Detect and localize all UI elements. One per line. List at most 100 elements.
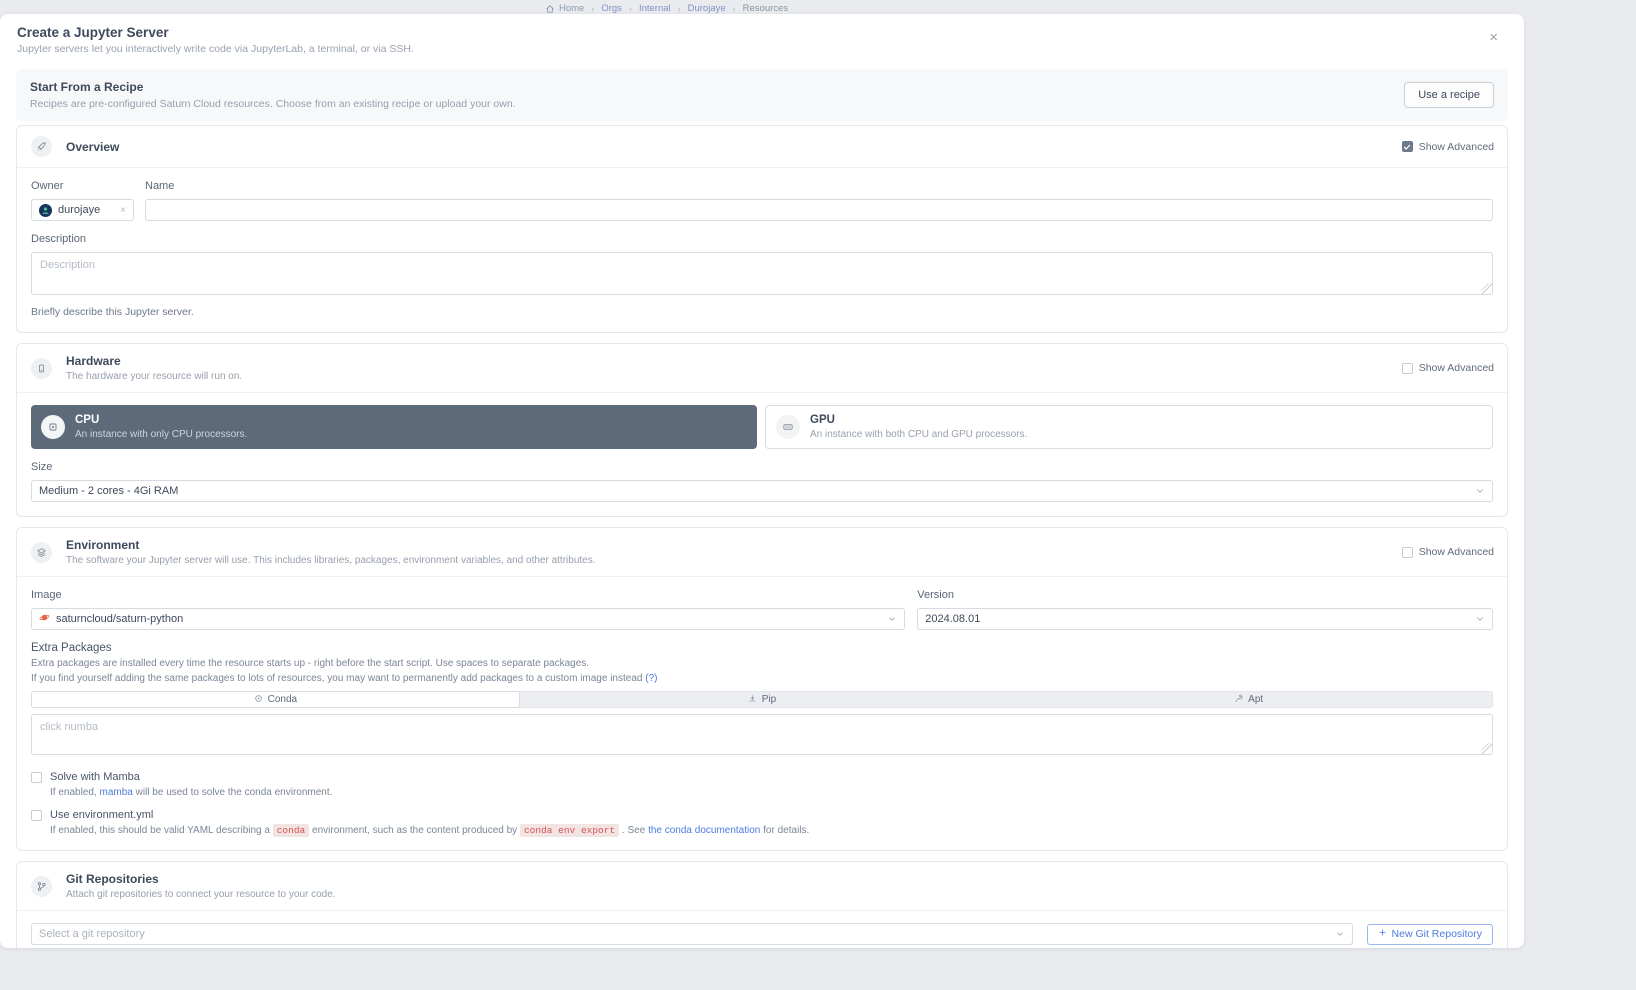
- environment-section: Environment The software your Jupyter se…: [16, 527, 1508, 851]
- hardware-section: Hardware The hardware your resource will…: [16, 343, 1508, 517]
- mamba-link[interactable]: mamba: [99, 787, 132, 798]
- git-title: Git Repositories: [66, 872, 336, 886]
- breadcrumb-label: Home: [559, 3, 584, 14]
- hardware-show-advanced-toggle[interactable]: Show Advanced: [1402, 362, 1494, 374]
- environment-yml-help: If enabled, this should be valid YAML de…: [50, 825, 809, 836]
- name-label: Name: [145, 180, 1493, 192]
- tab-apt[interactable]: Apt: [1005, 692, 1492, 707]
- saturn-planet-icon: [39, 612, 50, 626]
- size-select[interactable]: Medium - 2 cores - 4Gi RAM: [31, 480, 1493, 502]
- environment-show-advanced-toggle[interactable]: Show Advanced: [1402, 546, 1494, 558]
- wrench-icon: [1234, 694, 1243, 706]
- use-recipe-button[interactable]: Use a recipe: [1404, 82, 1494, 108]
- cpu-title: CPU: [75, 414, 247, 426]
- environment-yml-label: Use environment.yml: [50, 809, 809, 821]
- breadcrumb-orgs[interactable]: Orgs: [601, 3, 622, 14]
- description-field-wrap: Description Briefly describe this Jupyte…: [31, 233, 1493, 318]
- version-value: 2024.08.01: [925, 613, 980, 625]
- plus-icon: [1378, 928, 1387, 940]
- conda-env-export-code-chip: conda env export: [520, 824, 619, 837]
- image-field-wrap: Image saturncloud/saturn-python: [31, 589, 905, 630]
- git-select-placeholder: Select a git repository: [39, 928, 145, 940]
- yml-help-p1: If enabled, this should be valid YAML de…: [50, 825, 273, 836]
- extra-packages-title: Extra Packages: [31, 642, 1493, 654]
- mamba-help: If enabled, mamba will be used to solve …: [50, 787, 332, 798]
- overview-title-wrap: Overview: [66, 140, 119, 154]
- git-repository-select[interactable]: Select a git repository: [31, 923, 1353, 945]
- breadcrumb-resources[interactable]: Resources: [743, 3, 788, 14]
- use-environment-yml-row: Use environment.yml If enabled, this sho…: [31, 809, 1493, 836]
- environment-title: Environment: [66, 538, 596, 552]
- owner-label: Owner: [31, 180, 134, 192]
- breadcrumb-separator: ›: [629, 4, 632, 14]
- yml-help-p4: for details.: [760, 825, 809, 836]
- name-input[interactable]: [145, 199, 1493, 221]
- custom-image-help-link[interactable]: (?): [645, 673, 657, 684]
- environment-body: Image saturncloud/saturn-python Version …: [17, 577, 1507, 850]
- mamba-help-pre: If enabled,: [50, 787, 99, 798]
- tab-pip[interactable]: Pip: [519, 692, 1006, 707]
- git-title-wrap: Git Repositories Attach git repositories…: [66, 872, 336, 900]
- name-field-wrap: Name: [145, 180, 1493, 221]
- gpu-icon: [776, 415, 800, 439]
- checkbox-unchecked-icon[interactable]: [1402, 547, 1413, 558]
- yml-help-p3: . See: [619, 825, 648, 836]
- recipe-title: Start From a Recipe: [30, 80, 1404, 94]
- extra-packages-help2: If you find yourself adding the same pac…: [31, 673, 1493, 684]
- new-git-repository-label: New Git Repository: [1392, 928, 1482, 940]
- git-repositories-section: Git Repositories Attach git repositories…: [16, 861, 1508, 948]
- layers-icon: [31, 542, 52, 563]
- version-select[interactable]: 2024.08.01: [917, 608, 1493, 630]
- hardware-body: CPU An instance with only CPU processors…: [17, 393, 1507, 516]
- hardware-subtitle: The hardware your resource will run on.: [66, 371, 242, 382]
- tab-label: Apt: [1248, 694, 1263, 705]
- breadcrumb-home[interactable]: Home: [545, 3, 584, 14]
- description-helper: Briefly describe this Jupyter server.: [31, 306, 1493, 318]
- description-textarea[interactable]: [31, 252, 1493, 295]
- owner-select[interactable]: durojaye ×: [31, 199, 134, 221]
- gpu-option-card[interactable]: GPU An instance with both CPU and GPU pr…: [765, 405, 1493, 449]
- version-field-wrap: Version 2024.08.01: [917, 589, 1493, 630]
- gpu-title: GPU: [810, 414, 1027, 426]
- overview-header: Overview Show Advanced: [17, 126, 1507, 168]
- gpu-subtitle: An instance with both CPU and GPU proces…: [810, 429, 1027, 440]
- version-label: Version: [917, 589, 1493, 601]
- owner-field-wrap: Owner durojaye ×: [31, 180, 134, 221]
- conda-icon: [254, 694, 263, 706]
- close-icon[interactable]: ×: [1489, 30, 1498, 45]
- breadcrumb-internal[interactable]: Internal: [639, 3, 671, 14]
- conda-documentation-link[interactable]: the conda documentation: [648, 825, 760, 836]
- checkbox-unchecked-icon[interactable]: [1402, 363, 1413, 374]
- breadcrumb-durojaye[interactable]: Durojaye: [688, 3, 726, 14]
- checkbox-checked-icon[interactable]: [1402, 141, 1413, 152]
- new-git-repository-button[interactable]: New Git Repository: [1367, 924, 1493, 945]
- tab-conda[interactable]: Conda: [31, 691, 520, 708]
- recipe-description: Recipes are pre-configured Saturn Cloud …: [30, 98, 1404, 110]
- chip-icon: [31, 358, 52, 379]
- cpu-icon: [41, 415, 65, 439]
- mamba-label: Solve with Mamba: [50, 771, 332, 783]
- pip-download-icon: [748, 694, 757, 706]
- tab-label: Pip: [762, 694, 776, 705]
- hardware-title-wrap: Hardware The hardware your resource will…: [66, 354, 242, 382]
- home-icon: [545, 4, 555, 14]
- overview-show-advanced-toggle[interactable]: Show Advanced: [1402, 141, 1494, 153]
- image-select[interactable]: saturncloud/saturn-python: [31, 608, 905, 630]
- environment-yml-checkbox[interactable]: [31, 810, 42, 821]
- git-subtitle: Attach git repositories to connect your …: [66, 889, 336, 900]
- cpu-option-card[interactable]: CPU An instance with only CPU processors…: [31, 405, 757, 449]
- show-advanced-label: Show Advanced: [1419, 362, 1494, 374]
- gpu-text: GPU An instance with both CPU and GPU pr…: [810, 414, 1027, 440]
- breadcrumb-separator: ›: [591, 4, 594, 14]
- conda-code-chip: conda: [273, 824, 310, 837]
- description-label: Description: [31, 233, 1493, 245]
- mamba-checkbox[interactable]: [31, 772, 42, 783]
- yml-help-p2: environment, such as the content produce…: [309, 825, 520, 836]
- conda-packages-textarea[interactable]: [31, 714, 1493, 755]
- page-subtitle: Jupyter servers let you interactively wr…: [17, 43, 1507, 55]
- create-jupyter-server-sheet: Create a Jupyter Server Jupyter servers …: [0, 14, 1524, 948]
- owner-value: durojaye: [58, 204, 100, 216]
- owner-clear-icon[interactable]: ×: [120, 205, 126, 216]
- show-advanced-label: Show Advanced: [1419, 546, 1494, 558]
- cpu-subtitle: An instance with only CPU processors.: [75, 429, 247, 440]
